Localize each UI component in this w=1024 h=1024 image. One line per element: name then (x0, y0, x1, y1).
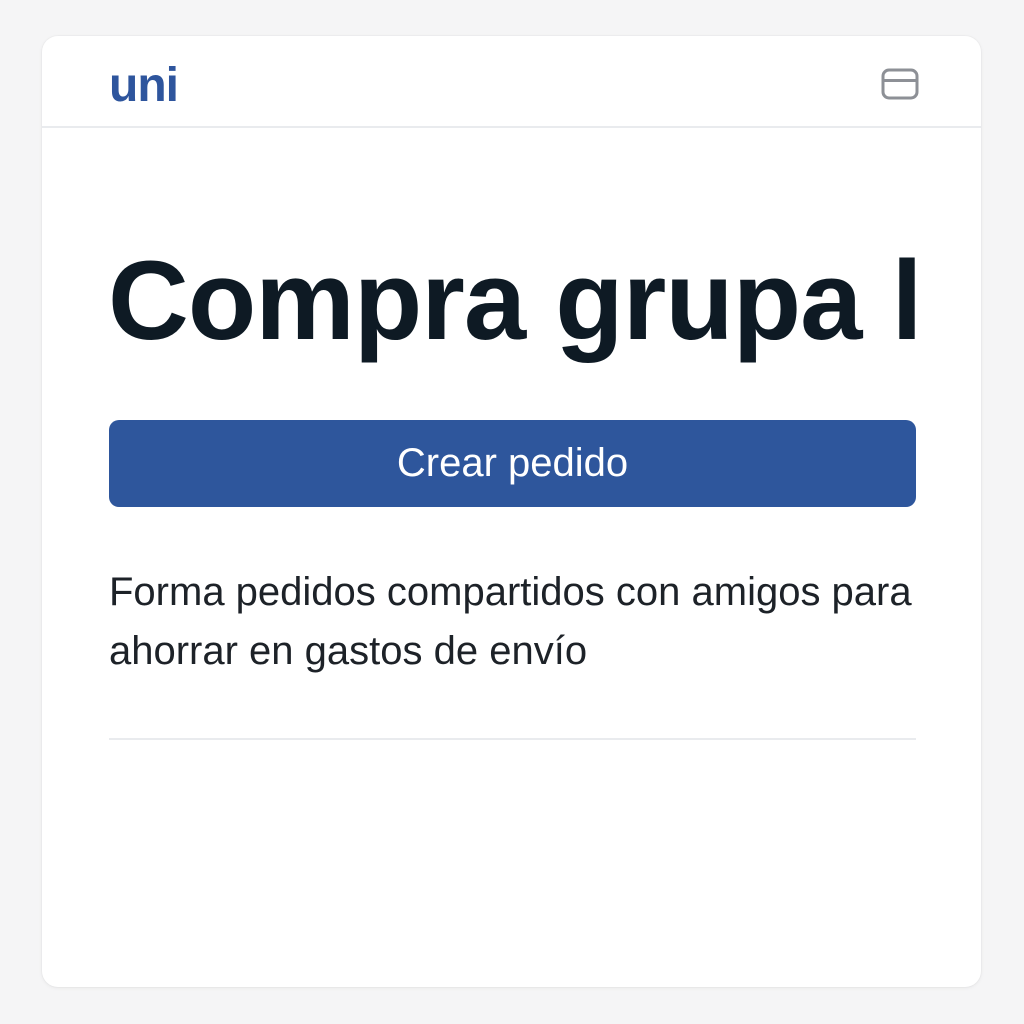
window-toggle-button[interactable] (878, 64, 922, 104)
brand-logo[interactable]: uni (109, 58, 179, 114)
main-card: uni Compra grupa l Crear pedido Forma pe… (42, 36, 981, 987)
window-icon (881, 68, 919, 100)
create-order-button[interactable]: Crear pedido (109, 420, 916, 507)
page-description: Forma pedidos compartidos con amigos par… (109, 570, 912, 673)
divider (109, 738, 916, 740)
page-title: Compra grupa l (108, 238, 923, 363)
app-header: uni (42, 36, 981, 128)
